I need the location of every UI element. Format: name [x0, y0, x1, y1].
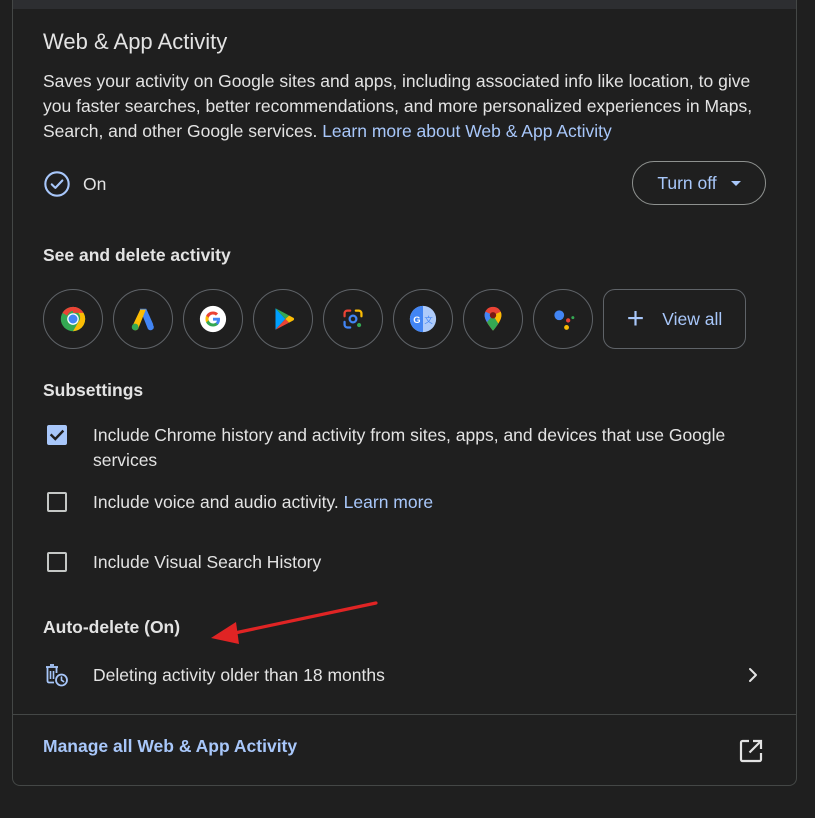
visual-search-label: Include Visual Search History [93, 552, 322, 572]
card-title: Web & App Activity [43, 29, 228, 54]
chip-google-play[interactable] [253, 289, 313, 349]
learn-more-activity-link[interactable]: Learn more about Web & App Activity [322, 121, 612, 141]
chip-google-maps[interactable] [463, 289, 523, 349]
voice-audio-label-wrap: Include voice and audio activity. Learn … [93, 490, 433, 515]
google-play-icon [275, 308, 295, 330]
chevron-right-icon [749, 668, 757, 682]
chrome-history-label: Include Chrome history and activity from… [93, 425, 726, 470]
footer-divider [13, 714, 796, 715]
auto-delete-heading: Auto-delete (On) [43, 617, 181, 637]
manage-activity-link[interactable]: Manage all Web & App Activity [43, 736, 297, 757]
subsetting-chrome-history: Include Chrome history and activity from… [47, 423, 767, 473]
google-g-icon [199, 305, 227, 333]
card-description: Saves your activity on Google sites and … [43, 69, 773, 144]
svg-text:G: G [413, 315, 420, 325]
chrome-history-checkbox[interactable] [47, 425, 67, 445]
auto-delete-row[interactable]: Deleting activity older than 18 months [43, 660, 763, 690]
subsetting-visual-search: Include Visual Search History [47, 550, 767, 575]
voice-audio-label: Include voice and audio activity. [93, 492, 339, 512]
google-assistant-icon [554, 310, 575, 330]
subsettings-heading: Subsettings [43, 380, 144, 400]
turn-off-button[interactable]: Turn off [632, 161, 766, 205]
caret-down-icon [730, 180, 741, 186]
open-in-new-icon[interactable] [736, 736, 766, 766]
google-ads-icon [131, 308, 154, 331]
web-app-activity-card: Web & App Activity Saves your activity o… [12, 9, 797, 786]
auto-delete-text: Deleting activity older than 18 months [93, 664, 385, 685]
voice-audio-checkbox[interactable] [47, 492, 67, 512]
chip-google-translate[interactable]: G 文 [393, 289, 453, 349]
status-text: On [83, 173, 107, 194]
status-row: On [43, 170, 106, 198]
see-delete-heading: See and delete activity [43, 245, 231, 265]
plus-icon: + [626, 302, 645, 335]
visual-search-checkbox[interactable] [47, 552, 67, 572]
google-maps-icon [484, 306, 502, 331]
chrome-icon [60, 306, 86, 332]
chip-google-ads[interactable] [113, 289, 173, 349]
google-lens-icon [343, 309, 363, 329]
check-circle-icon [44, 171, 70, 197]
google-translate-icon: G 文 [409, 305, 437, 333]
voice-learn-more-link[interactable]: Learn more [344, 492, 434, 512]
chip-chrome[interactable] [43, 289, 103, 349]
app-chips: G 文 + View all [43, 289, 746, 349]
top-strip [12, 0, 797, 9]
checkmark-icon [49, 429, 65, 441]
subsetting-voice-audio: Include voice and audio activity. Learn … [47, 490, 767, 515]
chip-google-lens[interactable] [323, 289, 383, 349]
turn-off-label: Turn off [657, 172, 717, 193]
chip-google-assistant[interactable] [533, 289, 593, 349]
view-all-button[interactable]: + View all [603, 289, 746, 349]
chip-google-search[interactable] [183, 289, 243, 349]
auto-delete-icon [46, 664, 68, 687]
view-all-label: View all [662, 308, 723, 329]
annotation-arrow-icon [211, 601, 378, 644]
svg-text:文: 文 [424, 315, 433, 325]
